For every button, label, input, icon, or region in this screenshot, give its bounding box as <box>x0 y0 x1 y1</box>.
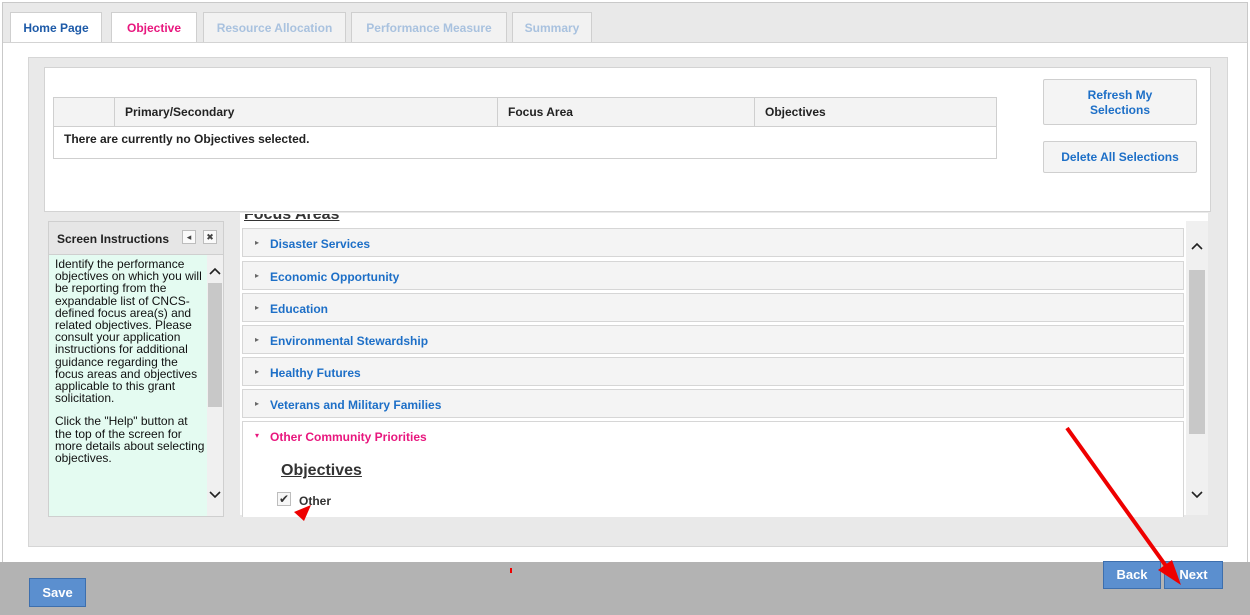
tab-resource-allocation[interactable]: Resource Allocation <box>203 12 346 42</box>
column-header-primary-secondary: Primary/Secondary <box>114 97 498 127</box>
screen-instructions-panel: Screen Instructions ◂ ✖ Identify the per… <box>48 221 224 517</box>
expand-arrow-icon: ▸ <box>255 335 260 344</box>
accordion-economic-opportunity[interactable]: ▸ Economic Opportunity <box>242 261 1184 290</box>
instructions-header: Screen Instructions ◂ ✖ <box>49 222 223 255</box>
expand-arrow-icon: ▸ <box>255 367 260 376</box>
scroll-down-icon[interactable] <box>1191 486 1203 502</box>
collapse-icon[interactable]: ◂ <box>182 230 196 244</box>
column-header-objectives: Objectives <box>754 97 997 127</box>
instructions-title: Screen Instructions <box>57 232 170 246</box>
focus-areas-scrollbar[interactable] <box>1186 221 1208 515</box>
accordion-healthy-futures[interactable]: ▸ Healthy Futures <box>242 357 1184 386</box>
objective-other-label[interactable]: Other <box>299 494 331 508</box>
accordion-label: Other Community Priorities <box>270 430 427 444</box>
accordion-veterans-military-families[interactable]: ▸ Veterans and Military Families <box>242 389 1184 418</box>
table-row: There are currently no Objectives select… <box>53 126 997 159</box>
tab-home-page[interactable]: Home Page <box>10 12 102 42</box>
delete-all-selections-button[interactable]: Delete All Selections <box>1043 141 1197 173</box>
table-header-row: Primary/Secondary Focus Area Objectives <box>53 97 997 127</box>
accordion-label: Healthy Futures <box>270 366 361 380</box>
refresh-label-line1: Refresh My <box>1087 88 1153 102</box>
refresh-selections-button[interactable]: Refresh My Selections <box>1043 79 1197 125</box>
collapse-arrow-icon: ▾ <box>255 431 260 440</box>
instructions-paragraph-2: Click the "Help" button at the top of th… <box>55 414 205 466</box>
column-header-focus-area: Focus Area <box>497 97 755 127</box>
next-button[interactable]: Next <box>1164 561 1223 589</box>
bottom-action-bar <box>0 562 1250 615</box>
instructions-paragraph-1: Identify the performance objectives on w… <box>55 257 202 406</box>
scroll-up-icon[interactable] <box>1191 237 1203 253</box>
instructions-scroll-thumb[interactable] <box>208 283 222 407</box>
selected-objectives-table: Primary/Secondary Focus Area Objectives … <box>53 97 997 159</box>
objective-other-checkbox[interactable]: ✔ <box>277 492 291 506</box>
expand-arrow-icon: ▸ <box>255 399 260 408</box>
close-icon[interactable]: ✖ <box>203 230 217 244</box>
refresh-label-line2: Selections <box>1089 103 1151 117</box>
accordion-label: Disaster Services <box>270 237 371 251</box>
objectives-heading: Objectives <box>281 462 362 479</box>
column-header-blank <box>53 97 115 127</box>
accordion-label: Veterans and Military Families <box>270 398 442 412</box>
accordion-education[interactable]: ▸ Education <box>242 293 1184 322</box>
accordion-disaster-services[interactable]: ▸ Disaster Services <box>242 228 1184 257</box>
expand-arrow-icon: ▸ <box>255 271 260 280</box>
back-button[interactable]: Back <box>1103 561 1161 589</box>
accordion-label: Education <box>270 302 329 316</box>
instructions-text: Identify the performance objectives on w… <box>55 258 205 475</box>
tab-objective[interactable]: Objective <box>111 12 197 42</box>
expand-arrow-icon: ▸ <box>255 238 260 247</box>
accordion-environmental-stewardship[interactable]: ▸ Environmental Stewardship <box>242 325 1184 354</box>
tab-summary[interactable]: Summary <box>512 12 592 42</box>
tab-performance-measure[interactable]: Performance Measure <box>351 12 507 42</box>
accordion-label: Environmental Stewardship <box>270 334 429 348</box>
scroll-up-icon[interactable] <box>209 263 221 278</box>
instructions-scrollbar[interactable] <box>207 255 223 516</box>
accordion-other-community-priorities[interactable]: ▾ Other Community Priorities <box>242 421 1184 517</box>
focus-areas-scroll-thumb[interactable] <box>1189 270 1205 434</box>
expand-arrow-icon: ▸ <box>255 303 260 312</box>
save-button[interactable]: Save <box>29 578 86 607</box>
scroll-down-icon[interactable] <box>209 487 221 502</box>
accordion-label: Economic Opportunity <box>270 270 400 284</box>
tab-bar: Home Page Objective Resource Allocation … <box>3 3 1247 43</box>
empty-message: There are currently no Objectives select… <box>53 126 997 159</box>
